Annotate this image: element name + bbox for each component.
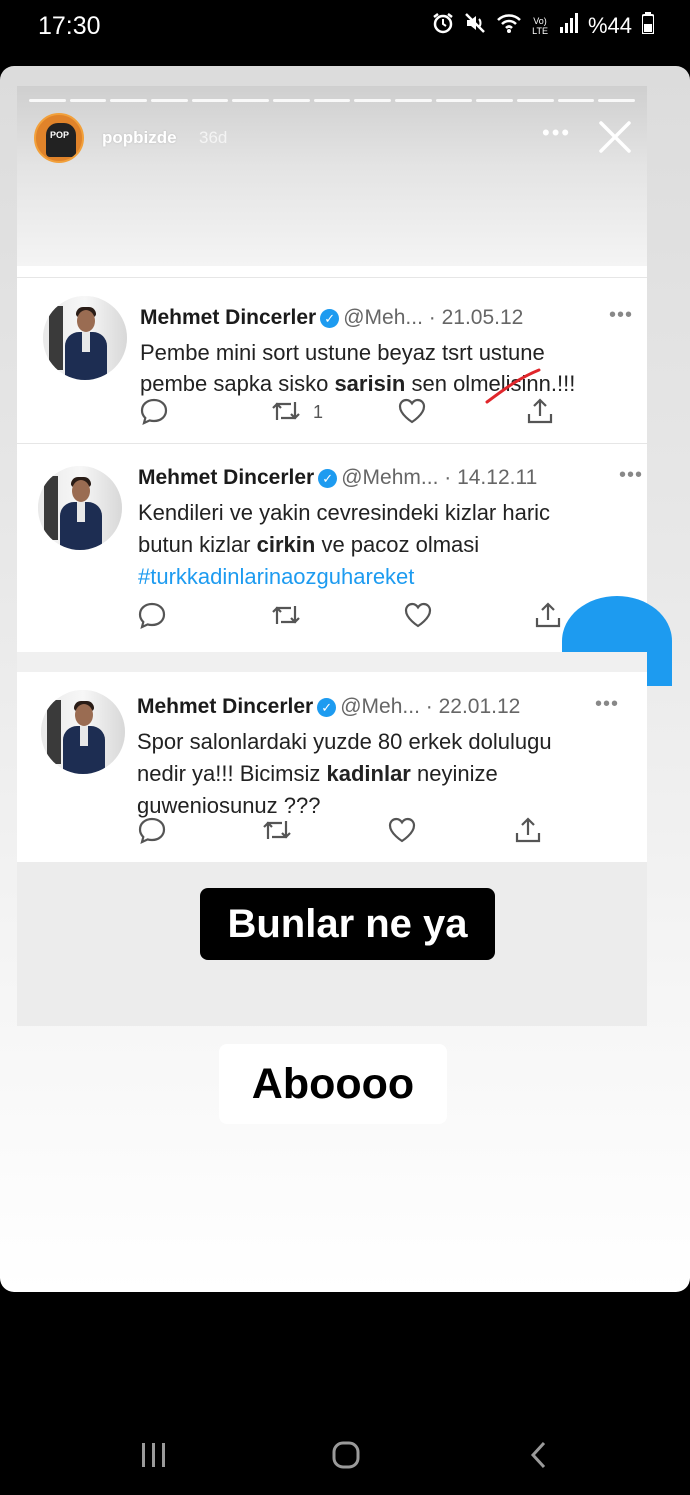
tweet-hashtag[interactable]: #turkkadinlarinaozguhareket bbox=[138, 561, 550, 593]
status-bar: 17:30 Vo) LTE %44 bbox=[0, 0, 690, 60]
like-icon[interactable] bbox=[403, 600, 437, 634]
progress-segment bbox=[29, 99, 66, 102]
tweet-text-part: ve pacoz olmasi bbox=[315, 532, 480, 557]
volte-label: Vo) bbox=[533, 16, 547, 26]
retweet-count: 1 bbox=[313, 402, 324, 422]
recent-apps-icon[interactable] bbox=[140, 1440, 168, 1475]
progress-segment bbox=[110, 99, 148, 102]
progress-segment bbox=[273, 99, 310, 102]
tweet-avatar[interactable] bbox=[38, 466, 122, 550]
progress-segment bbox=[517, 99, 554, 102]
tweet-line: butun kizlar cirkin ve pacoz olmasi bbox=[138, 529, 550, 561]
story-progress-bar bbox=[29, 99, 636, 102]
tweet-avatar[interactable] bbox=[41, 690, 125, 774]
like-icon[interactable] bbox=[387, 815, 421, 849]
status-icons: Vo) LTE %44 bbox=[432, 12, 655, 40]
share-icon[interactable] bbox=[533, 600, 567, 634]
tweet-actions bbox=[17, 600, 647, 636]
alarm-icon bbox=[432, 12, 454, 40]
tweet-author-name[interactable]: Mehmet Dincerler bbox=[140, 306, 316, 329]
status-time: 17:30 bbox=[38, 12, 101, 40]
mute-icon bbox=[464, 12, 486, 40]
retweet-icon[interactable] bbox=[260, 815, 294, 849]
progress-segment bbox=[395, 99, 432, 102]
verified-badge-icon: ✓ bbox=[320, 309, 340, 328]
wifi-icon bbox=[496, 12, 522, 40]
tweet-line: Kendileri ve yakin cevresindeki kizlar h… bbox=[138, 500, 551, 525]
tweet-more-icon[interactable]: ••• bbox=[619, 464, 643, 487]
tweet-line: Pembe mini sort ustune beyaz tsrt ustune bbox=[140, 340, 545, 365]
avatar-logo-text: POP bbox=[50, 130, 70, 140]
tweet-text-highlight: sarisin bbox=[334, 371, 406, 396]
tweet-avatar[interactable] bbox=[43, 296, 127, 380]
volte-indicator: Vo) LTE bbox=[532, 16, 548, 36]
tweet-text-part: neyinize bbox=[410, 761, 498, 786]
tweet-text-highlight: kadinlar bbox=[326, 761, 411, 786]
tweet-handle: @Meh... bbox=[340, 695, 420, 718]
progress-segment bbox=[435, 99, 473, 102]
share-icon[interactable] bbox=[525, 396, 559, 430]
tweet-date: · 22.01.12 bbox=[425, 695, 521, 718]
avatar-figure bbox=[46, 123, 76, 157]
tweet-text-part: nedir ya!!! Bicimsiz bbox=[137, 761, 327, 786]
home-icon[interactable] bbox=[331, 1440, 361, 1475]
tweet-header: Mehmet Dincerler ✓ @Meh... · 21.05.12 bbox=[140, 306, 523, 330]
reply-icon[interactable] bbox=[139, 396, 173, 430]
back-icon[interactable] bbox=[528, 1440, 550, 1475]
tweet-line: nedir ya!!! Bicimsiz kadinlar neyinize bbox=[137, 758, 552, 790]
story-header-area bbox=[17, 86, 647, 266]
progress-segment bbox=[313, 99, 351, 102]
verified-badge-icon: ✓ bbox=[318, 469, 338, 488]
verified-badge-icon: ✓ bbox=[317, 698, 337, 717]
progress-segment bbox=[557, 99, 595, 102]
tweet-handle: @Meh... bbox=[343, 306, 423, 329]
tweet-handle: @Mehm... bbox=[341, 466, 439, 489]
tweet-actions: 1 bbox=[17, 396, 647, 432]
caption-text: Aboooo bbox=[219, 1044, 447, 1124]
lte-label: LTE bbox=[532, 26, 548, 36]
more-options-icon[interactable]: ••• bbox=[542, 120, 571, 146]
tweet-author-name[interactable]: Mehmet Dincerler bbox=[138, 466, 314, 489]
progress-segment bbox=[598, 99, 636, 102]
caption-text: Bunlar ne ya bbox=[200, 888, 495, 960]
close-icon[interactable] bbox=[597, 119, 633, 155]
tweet-text: Spor salonlardaki yuzde 80 erkek dolulug… bbox=[137, 726, 552, 822]
progress-segment bbox=[476, 99, 514, 102]
tweet-text: Kendileri ve yakin cevresindeki kizlar h… bbox=[138, 497, 550, 593]
battery-icon bbox=[641, 12, 655, 40]
tweet-actions bbox=[17, 815, 647, 851]
tweet-header: Mehmet Dincerler ✓ @Meh... · 22.01.12 bbox=[137, 695, 520, 719]
tweet-text-part: butun kizlar bbox=[138, 532, 257, 557]
progress-segment bbox=[191, 99, 229, 102]
retweet-icon[interactable] bbox=[269, 396, 303, 430]
story-age: 36d bbox=[199, 128, 228, 147]
like-icon[interactable] bbox=[397, 396, 431, 430]
progress-segment bbox=[69, 99, 107, 102]
retweet-icon[interactable] bbox=[269, 600, 303, 634]
tweet-line: Spor salonlardaki yuzde 80 erkek dolulug… bbox=[137, 729, 552, 754]
tweet-header: Mehmet Dincerler ✓ @Mehm... · 14.12.11 bbox=[138, 466, 537, 490]
tweet-text-highlight: cirkin bbox=[256, 532, 316, 557]
navigation-bar bbox=[0, 1410, 690, 1495]
progress-segment bbox=[151, 99, 188, 102]
tweet-date: · 14.12.11 bbox=[444, 466, 538, 489]
story-username[interactable]: popbizde bbox=[102, 128, 177, 148]
signal-icon bbox=[558, 13, 578, 39]
tweet-text-part: pembe sapka sisko bbox=[140, 371, 335, 396]
tweet-date: · 21.05.12 bbox=[428, 306, 524, 329]
tweet-more-icon[interactable]: ••• bbox=[595, 693, 619, 716]
story-avatar[interactable]: POP bbox=[34, 113, 84, 163]
tweet-more-icon[interactable]: ••• bbox=[609, 304, 633, 327]
progress-segment bbox=[354, 99, 392, 102]
progress-segment bbox=[232, 99, 270, 102]
battery-level: %44 bbox=[587, 13, 632, 38]
reply-icon[interactable] bbox=[137, 815, 171, 849]
divider bbox=[17, 652, 647, 672]
reply-icon[interactable] bbox=[137, 600, 171, 634]
tweet-author-name[interactable]: Mehmet Dincerler bbox=[137, 695, 313, 718]
share-icon[interactable] bbox=[513, 815, 547, 849]
tweet-screenshot: POP popbizde 36d ••• Mehmet Dincerler ✓ @M… bbox=[17, 86, 672, 1026]
story-viewer[interactable]: POP popbizde 36d ••• Mehmet Dincerler ✓ @M… bbox=[0, 66, 690, 1292]
